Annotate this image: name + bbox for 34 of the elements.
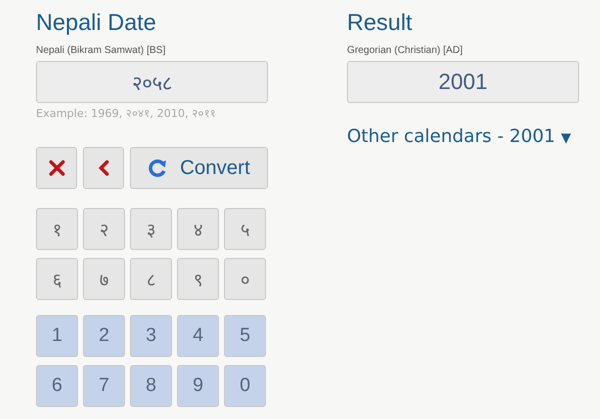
digit-key[interactable]: 7 (83, 365, 125, 407)
digit-key[interactable]: 5 (224, 315, 266, 357)
digit-key[interactable]: 4 (177, 315, 219, 357)
digit-key[interactable]: 8 (130, 365, 172, 407)
digit-key[interactable]: २ (83, 208, 125, 250)
other-calendars-link[interactable]: Other calendars - 2001 ▼ (347, 125, 571, 151)
digit-key[interactable]: ३ (130, 208, 172, 250)
digit-key[interactable]: 9 (177, 365, 219, 407)
field-label: Nepali (Bikram Samwat) [BS] (36, 45, 166, 58)
digit-key[interactable]: 6 (36, 365, 78, 407)
close-icon (48, 159, 66, 177)
digit-key[interactable]: ४ (177, 208, 219, 250)
digit-key[interactable]: 1 (36, 315, 78, 357)
digit-key[interactable]: 3 (130, 315, 172, 357)
result-field: 2001 (347, 61, 579, 103)
digit-key[interactable]: 2 (83, 315, 125, 357)
clear-button[interactable] (36, 147, 77, 189)
digit-key[interactable]: ६ (36, 258, 78, 300)
convert-button[interactable]: Convert (130, 147, 268, 189)
digit-key[interactable]: ७ (83, 258, 125, 300)
section-title: Result (347, 8, 414, 37)
digit-key[interactable]: ५ (224, 208, 266, 250)
digit-key[interactable]: ९ (177, 258, 219, 300)
digit-key[interactable]: ८ (130, 258, 172, 300)
digit-key[interactable]: ० (224, 258, 266, 300)
input-field[interactable]: २०५८ (36, 61, 268, 103)
section-title: Nepali Date (36, 8, 158, 37)
field-label: Gregorian (Christian) [AD] (347, 45, 464, 58)
example-hint: Example: 1969, २०४१, 2010, २०११ (36, 106, 217, 120)
refresh-icon (148, 158, 168, 178)
backspace-button[interactable] (83, 147, 124, 189)
digit-key[interactable]: १ (36, 208, 78, 250)
chevron-left-icon (96, 159, 110, 177)
digit-key[interactable]: 0 (224, 365, 266, 407)
